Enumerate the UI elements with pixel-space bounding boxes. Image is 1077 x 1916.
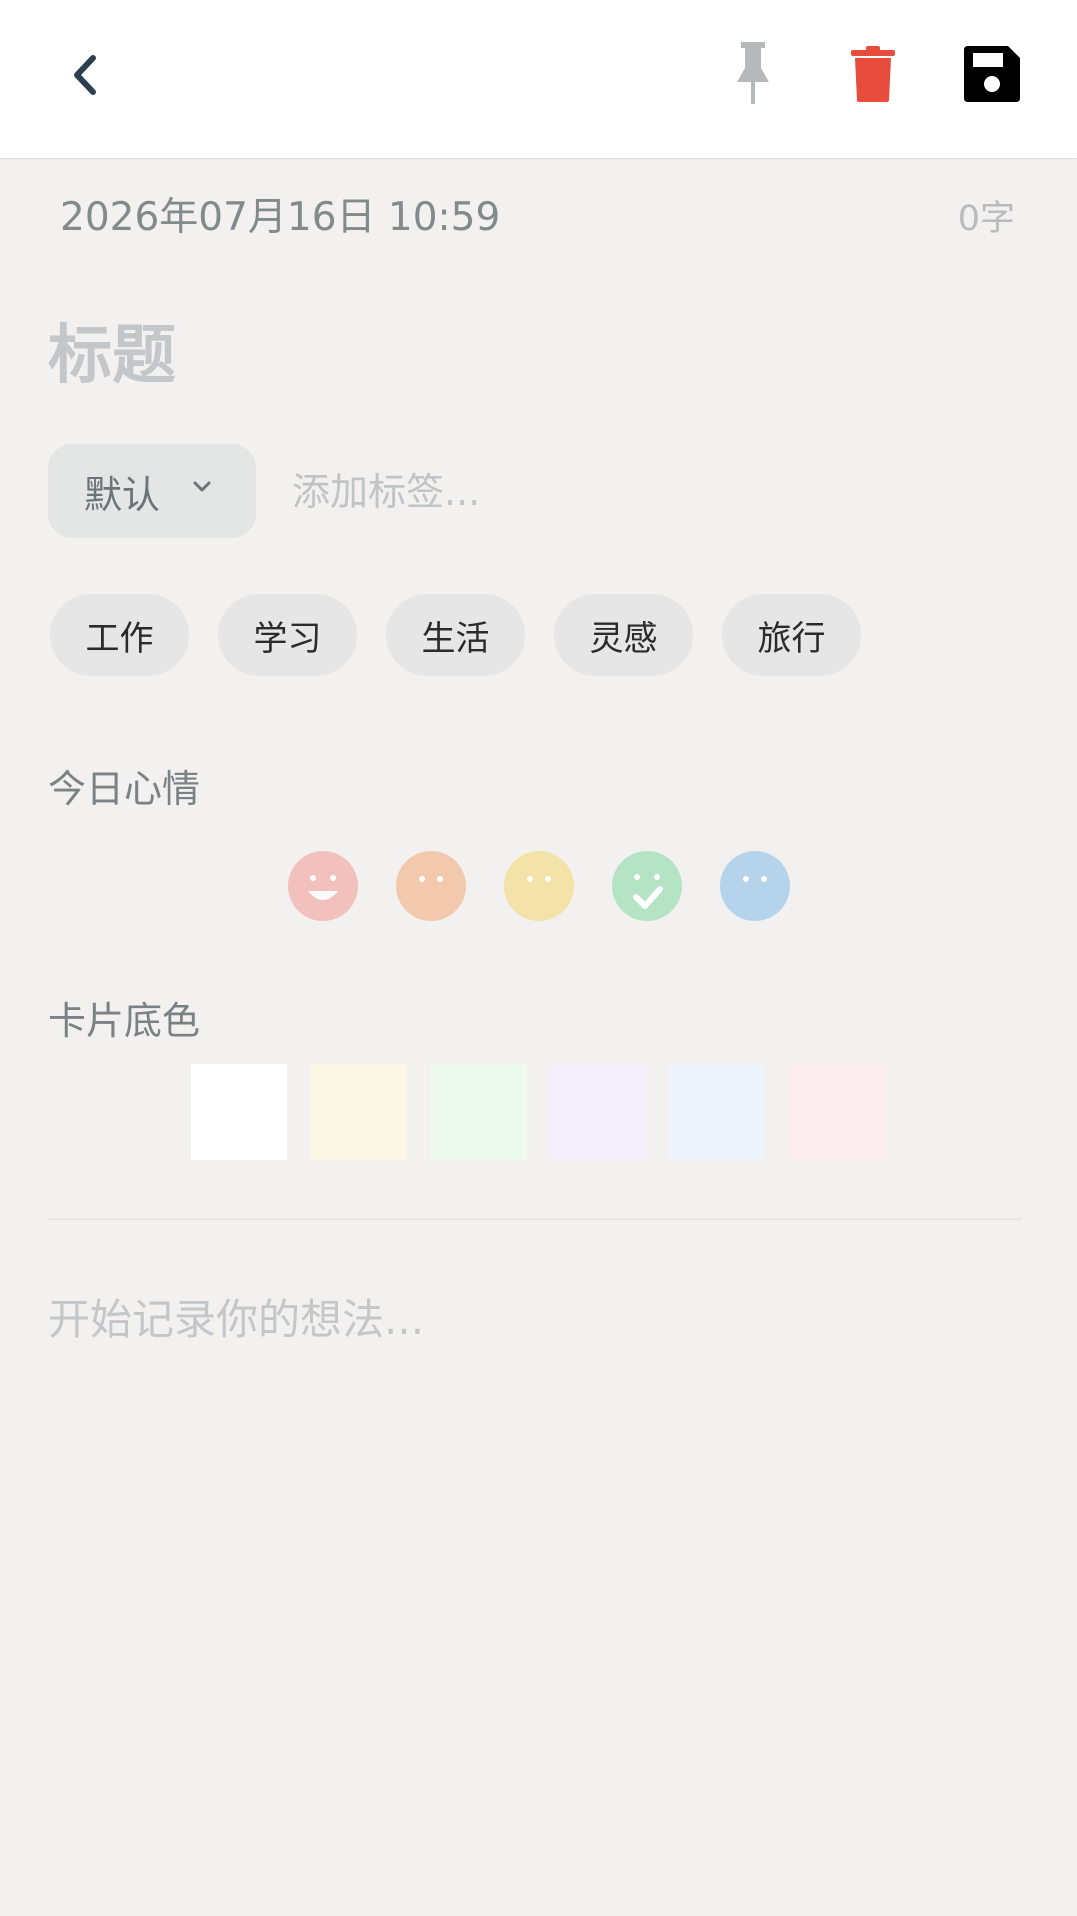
color-swatch-sky[interactable]	[669, 1064, 765, 1160]
color-swatch-mint[interactable]	[431, 1064, 527, 1160]
tag-chip-work[interactable]: 工作	[50, 594, 189, 676]
trash-icon	[851, 46, 895, 102]
floppy-disk-icon	[964, 46, 1020, 102]
color-swatch-cream[interactable]	[311, 1064, 407, 1160]
category-select[interactable]: 默认	[48, 444, 256, 538]
delete-button[interactable]	[838, 36, 908, 112]
divider	[48, 1218, 1022, 1220]
neutral-face-icon[interactable]	[720, 851, 790, 921]
tag-input[interactable]	[292, 462, 812, 522]
card-color-label: 卡片底色	[48, 999, 201, 1043]
tag-chip-travel[interactable]: 旅行	[722, 594, 861, 676]
laughing-face-icon[interactable]	[288, 851, 358, 921]
pin-icon	[737, 42, 769, 104]
content-editor[interactable]	[48, 1286, 1028, 1846]
chevron-left-icon	[74, 55, 96, 95]
check-face-icon[interactable]	[612, 851, 682, 921]
color-swatch-white[interactable]	[191, 1064, 287, 1160]
neutral-face-icon[interactable]	[504, 851, 574, 921]
tag-suggestions: 工作 学习 生活 灵感 旅行	[50, 594, 861, 676]
tag-chip-inspiration[interactable]: 灵感	[554, 594, 693, 676]
category-selected-label: 默认	[84, 472, 161, 517]
save-button[interactable]	[956, 36, 1028, 112]
note-date: 2026年07月16日 10:59	[60, 195, 501, 240]
word-count: 0字	[957, 199, 1015, 239]
neutral-face-icon[interactable]	[396, 851, 466, 921]
chevron-down-icon	[193, 481, 211, 492]
mood-label: 今日心情	[48, 767, 201, 811]
color-swatch-pink[interactable]	[789, 1064, 885, 1160]
tag-chip-study[interactable]: 学习	[218, 594, 357, 676]
top-bar	[0, 0, 1077, 159]
title-input[interactable]	[48, 316, 1008, 396]
pin-button[interactable]	[718, 36, 788, 112]
tag-chip-life[interactable]: 生活	[386, 594, 525, 676]
color-swatch-lavender[interactable]	[550, 1064, 646, 1160]
back-button[interactable]	[50, 40, 120, 110]
